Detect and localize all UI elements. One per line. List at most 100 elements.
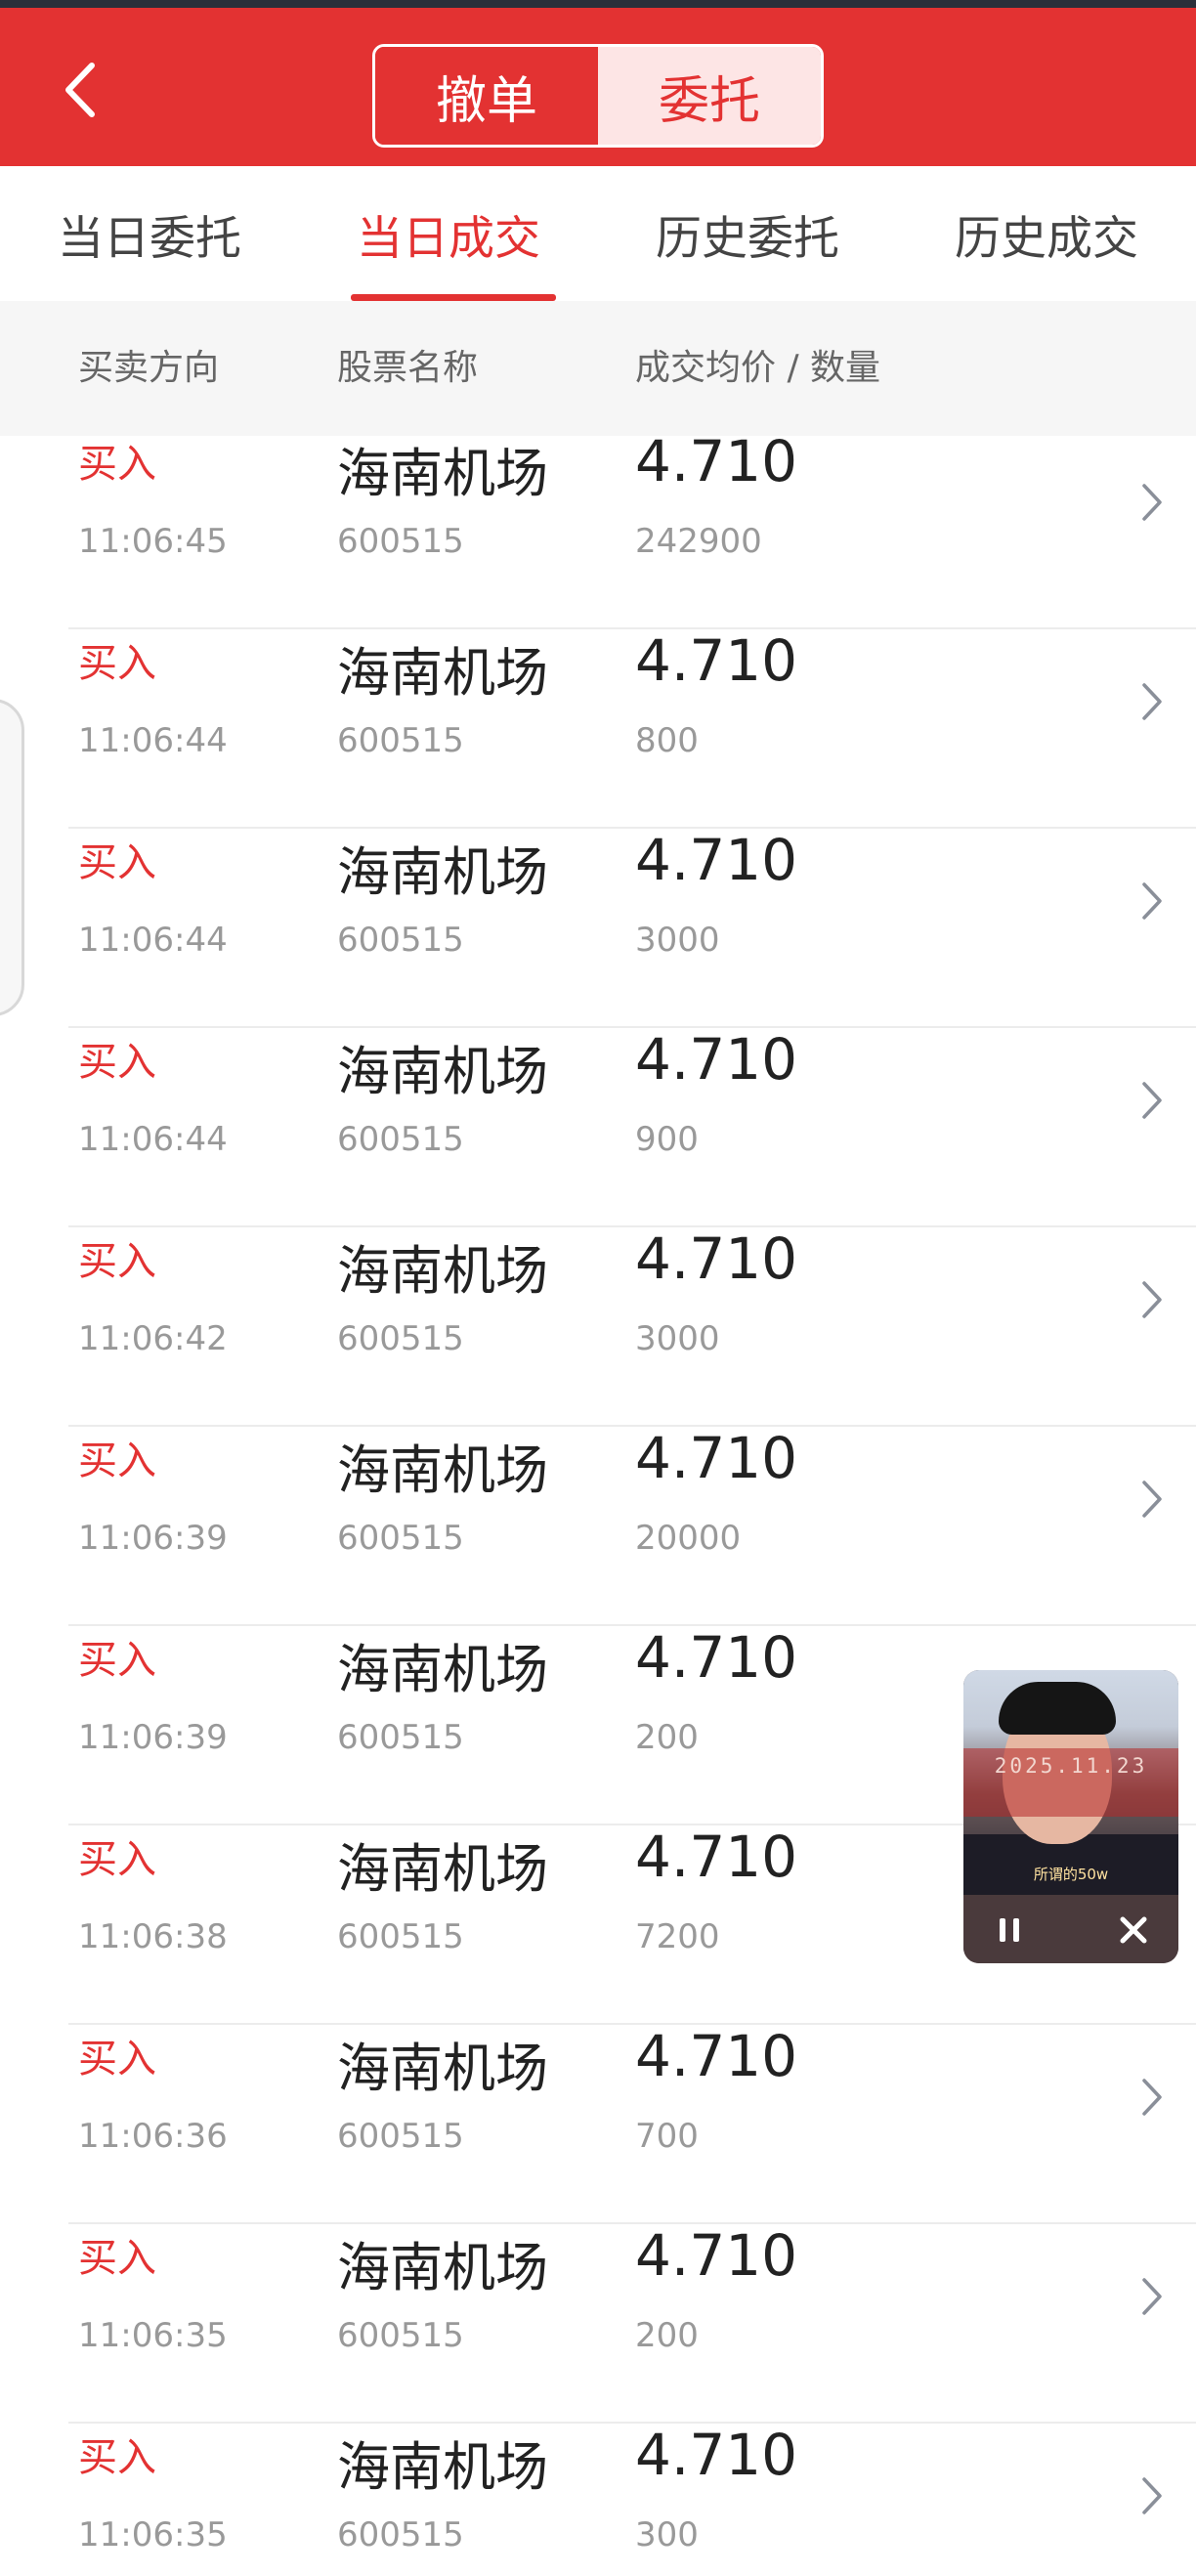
chevron-right-icon xyxy=(1142,1481,1162,1518)
avg-price: 4.710 xyxy=(635,1225,798,1292)
video-date-overlay: 2025.11.23 xyxy=(994,1754,1148,1778)
stock-code: 600515 xyxy=(337,2515,464,2555)
close-icon[interactable] xyxy=(1118,1914,1149,1946)
stock-code: 600515 xyxy=(337,1917,464,1956)
segment-orders[interactable]: 委托 xyxy=(598,47,821,145)
column-header: 买卖方向 股票名称 成交均价 / 数量 xyxy=(0,301,1196,436)
status-bar xyxy=(0,0,1196,8)
avg-price: 4.710 xyxy=(635,2422,798,2488)
trade-time: 11:06:39 xyxy=(78,1718,228,1757)
trade-direction: 买入 xyxy=(78,1438,156,1483)
trade-time: 11:06:36 xyxy=(78,2117,228,2156)
trade-list: 买入 11:06:45 海南机场 600515 4.710 242900 买入 … xyxy=(0,430,1196,2576)
back-button[interactable] xyxy=(54,55,107,125)
video-person-hair xyxy=(999,1682,1116,1735)
trade-time: 11:06:44 xyxy=(78,1120,228,1159)
segment-cancel-order[interactable]: 撤单 xyxy=(375,47,598,145)
trade-quantity: 20000 xyxy=(635,1519,742,1558)
stock-code: 600515 xyxy=(337,522,464,561)
stock-name: 海南机场 xyxy=(337,1240,548,1302)
trade-row[interactable]: 买入 11:06:45 海南机场 600515 4.710 242900 xyxy=(0,430,1196,629)
top-bar: 撤单 委托 xyxy=(0,8,1196,166)
trade-direction: 买入 xyxy=(78,2435,156,2480)
trade-direction: 买入 xyxy=(78,2236,156,2281)
avg-price: 4.710 xyxy=(635,1624,798,1691)
chevron-left-icon xyxy=(65,63,95,117)
stock-name: 海南机场 xyxy=(337,642,548,704)
trade-time: 11:06:39 xyxy=(78,1519,228,1558)
chevron-right-icon xyxy=(1142,2079,1162,2116)
stock-name: 海南机场 xyxy=(337,1838,548,1900)
stock-code: 600515 xyxy=(337,1319,464,1358)
trade-time: 11:06:42 xyxy=(78,1319,228,1358)
tab-bar: 当日委托 当日成交 历史委托 历史成交 xyxy=(0,166,1196,301)
chevron-right-icon xyxy=(1142,2278,1162,2315)
trade-quantity: 300 xyxy=(635,2515,699,2555)
stock-code: 600515 xyxy=(337,1519,464,1558)
pause-icon[interactable] xyxy=(997,1916,1022,1944)
trade-quantity: 3000 xyxy=(635,921,720,960)
video-frame[interactable]: 2025.11.23 所谓的50w xyxy=(963,1670,1178,1895)
chevron-right-icon xyxy=(1142,683,1162,720)
trade-quantity: 242900 xyxy=(635,522,762,561)
trade-time: 11:06:38 xyxy=(78,1917,228,1956)
stock-name: 海南机场 xyxy=(337,1439,548,1501)
header-price-quantity: 成交均价 / 数量 xyxy=(635,348,881,388)
trade-quantity: 900 xyxy=(635,1120,699,1159)
tab-today-orders[interactable]: 当日委托 xyxy=(0,166,299,301)
stock-name: 海南机场 xyxy=(337,1639,548,1700)
chevron-right-icon xyxy=(1142,484,1162,521)
stock-name: 海南机场 xyxy=(337,1041,548,1102)
trade-row[interactable]: 买入 11:06:44 海南机场 600515 4.710 900 xyxy=(0,1026,1196,1227)
video-controls xyxy=(963,1895,1178,1963)
avg-price: 4.710 xyxy=(635,627,798,694)
avg-price: 4.710 xyxy=(635,2023,798,2089)
tab-history-trades[interactable]: 历史成交 xyxy=(897,166,1196,301)
chevron-right-icon xyxy=(1142,1281,1162,1318)
stock-name: 海南机场 xyxy=(337,443,548,504)
trade-row[interactable]: 买入 11:06:35 海南机场 600515 4.710 200 xyxy=(0,2222,1196,2424)
chevron-right-icon xyxy=(1142,882,1162,920)
avg-price: 4.710 xyxy=(635,430,798,494)
trade-time: 11:06:44 xyxy=(78,721,228,760)
avg-price: 4.710 xyxy=(635,1824,798,1890)
tab-history-orders[interactable]: 历史委托 xyxy=(598,166,897,301)
stock-code: 600515 xyxy=(337,1718,464,1757)
trade-direction: 买入 xyxy=(78,442,156,487)
trade-quantity: 800 xyxy=(635,721,699,760)
header-direction: 买卖方向 xyxy=(78,348,220,388)
stock-code: 600515 xyxy=(337,921,464,960)
trade-direction: 买入 xyxy=(78,641,156,686)
trade-row[interactable]: 买入 11:06:44 海南机场 600515 4.710 3000 xyxy=(0,827,1196,1028)
trade-time: 11:06:35 xyxy=(78,2316,228,2355)
trade-quantity: 200 xyxy=(635,2316,699,2355)
edge-drawer-handle[interactable] xyxy=(0,699,24,1016)
chevron-right-icon xyxy=(1142,2477,1162,2514)
trade-row[interactable]: 买入 11:06:44 海南机场 600515 4.710 800 xyxy=(0,627,1196,829)
avg-price: 4.710 xyxy=(635,2222,798,2289)
stock-name: 海南机场 xyxy=(337,2436,548,2498)
trade-direction: 买入 xyxy=(78,1638,156,1683)
trade-row[interactable]: 买入 11:06:36 海南机场 600515 4.710 700 xyxy=(0,2023,1196,2224)
trade-row[interactable]: 买入 11:06:39 海南机场 600515 4.710 20000 xyxy=(0,1425,1196,1626)
trade-row[interactable]: 买入 11:06:35 海南机场 600515 4.710 300 xyxy=(0,2422,1196,2576)
trade-row[interactable]: 买入 11:06:42 海南机场 600515 4.710 3000 xyxy=(0,1225,1196,1427)
trade-quantity: 200 xyxy=(635,1718,699,1757)
chevron-right-icon xyxy=(1142,1082,1162,1119)
tab-today-trades[interactable]: 当日成交 xyxy=(299,166,598,301)
avg-price: 4.710 xyxy=(635,827,798,893)
stock-name: 海南机场 xyxy=(337,2237,548,2298)
trade-direction: 买入 xyxy=(78,1239,156,1284)
avg-price: 4.710 xyxy=(635,1425,798,1491)
trade-direction: 买入 xyxy=(78,1837,156,1882)
floating-video-window[interactable]: 2025.11.23 所谓的50w xyxy=(963,1670,1178,1963)
stock-name: 海南机场 xyxy=(337,2038,548,2099)
trade-time: 11:06:35 xyxy=(78,2515,228,2555)
stock-name: 海南机场 xyxy=(337,841,548,903)
avg-price: 4.710 xyxy=(635,1026,798,1093)
stock-code: 600515 xyxy=(337,721,464,760)
stock-code: 600515 xyxy=(337,1120,464,1159)
trade-direction: 买入 xyxy=(78,2037,156,2082)
trade-time: 11:06:44 xyxy=(78,921,228,960)
stock-code: 600515 xyxy=(337,2316,464,2355)
